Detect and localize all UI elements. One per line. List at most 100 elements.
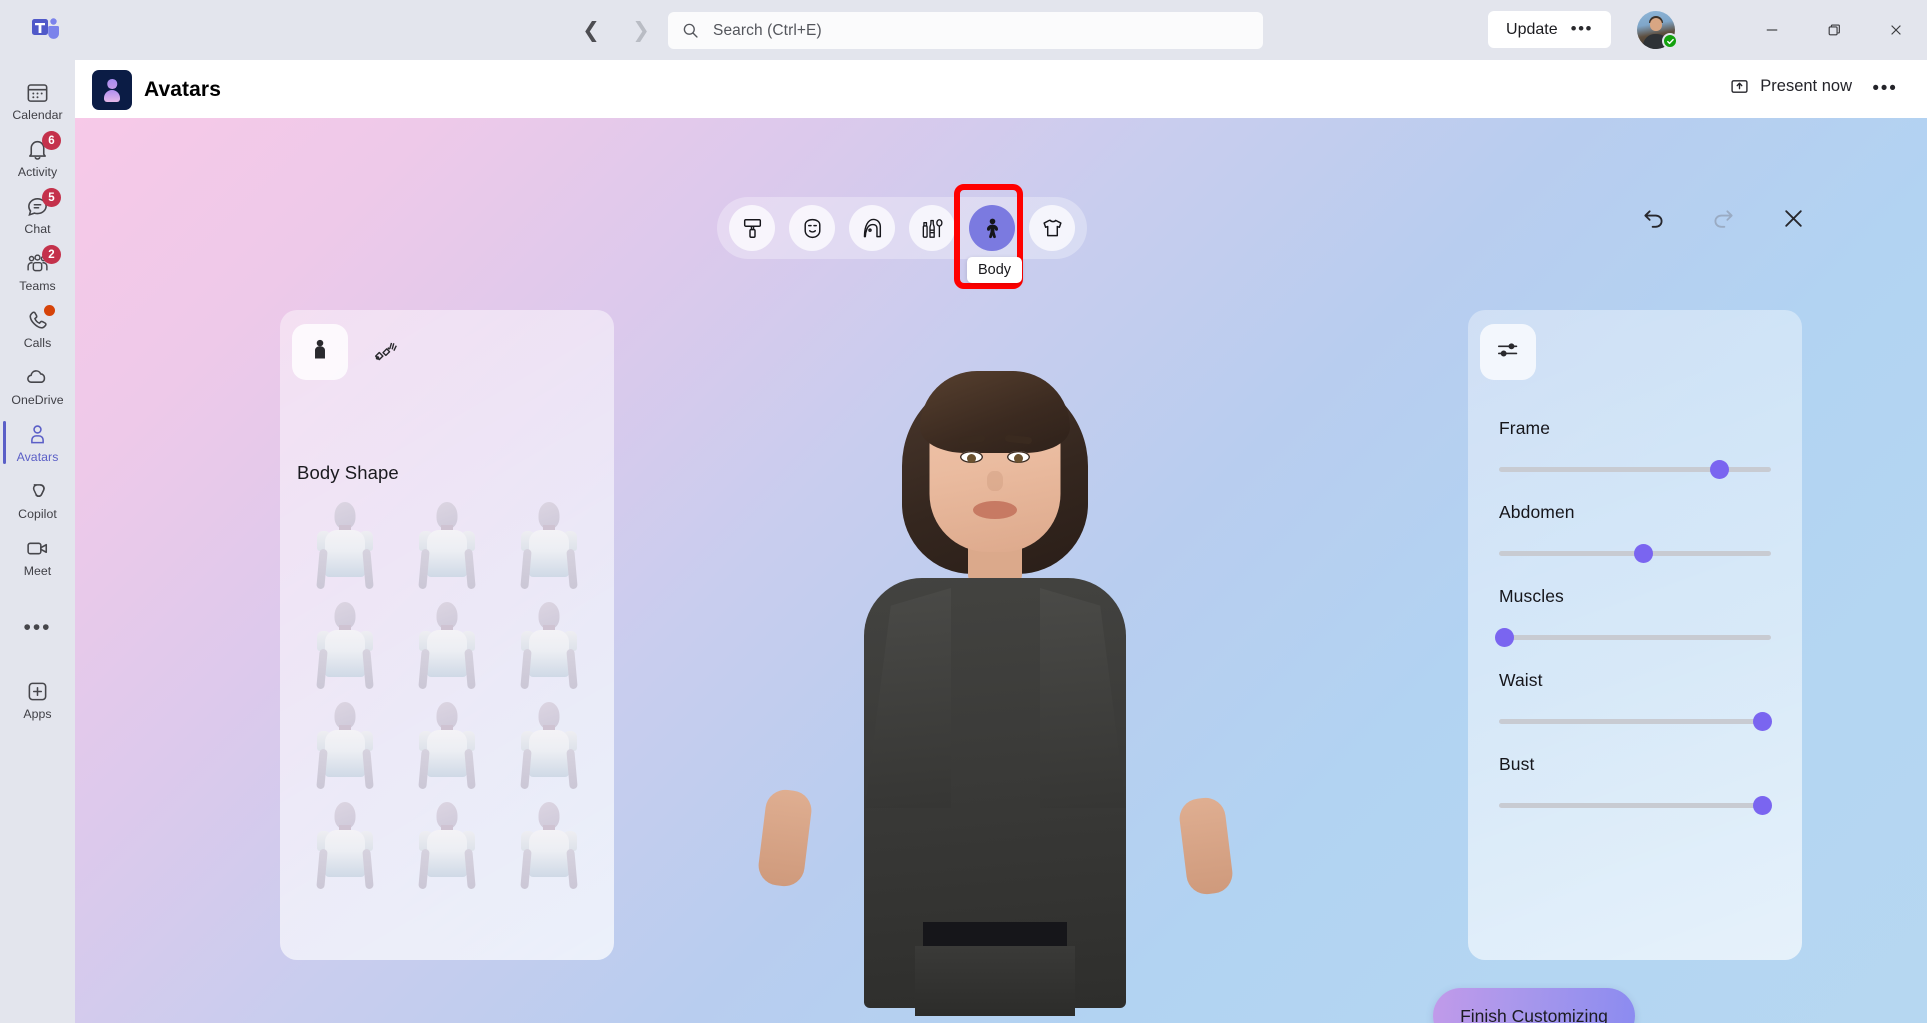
avatar-hand-left xyxy=(756,787,814,889)
sidebar-item-onedrive[interactable]: OneDrive xyxy=(0,357,75,414)
finish-customizing-button[interactable]: Finish Customizing xyxy=(1433,988,1635,1023)
avatar-iris-right xyxy=(1014,454,1023,463)
avatar-skirt xyxy=(915,946,1075,1016)
close-button[interactable] xyxy=(1865,0,1927,60)
mannequin-icon xyxy=(307,800,383,896)
search-bar[interactable]: Search (Ctrl+E) xyxy=(668,12,1263,49)
slider-track[interactable] xyxy=(1494,628,1771,647)
slider-thumb[interactable] xyxy=(1709,460,1729,479)
slider-thumb[interactable] xyxy=(1753,712,1773,731)
mannequin-icon xyxy=(409,700,485,796)
body-shape-option[interactable] xyxy=(498,500,600,600)
mannequin-icon xyxy=(307,500,383,596)
slider-thumb[interactable] xyxy=(1633,544,1653,563)
minimize-button[interactable] xyxy=(1741,0,1803,60)
category-button-body[interactable] xyxy=(969,205,1015,251)
cloud-icon xyxy=(25,365,50,390)
slider-track[interactable] xyxy=(1499,712,1773,731)
back-button[interactable]: ❮ xyxy=(580,19,602,41)
body-shape-option[interactable] xyxy=(498,600,600,700)
share-screen-icon xyxy=(1730,77,1749,96)
body-shape-option[interactable] xyxy=(498,700,600,800)
avatar-preview[interactable]: Finish Customizing xyxy=(715,298,1635,1023)
category-button-face[interactable] xyxy=(789,205,835,251)
sidebar-item-avatars[interactable]: Avatars xyxy=(0,414,75,471)
sidebar-item-meet[interactable]: Meet xyxy=(0,528,75,585)
body-shape-tabs xyxy=(292,324,413,380)
body-shape-option[interactable] xyxy=(396,700,498,800)
mannequin-icon xyxy=(307,600,383,696)
tab-body-shape[interactable] xyxy=(292,324,348,380)
mannequin-icon xyxy=(409,600,485,696)
forward-button[interactable]: ❯ xyxy=(630,19,652,41)
search-icon xyxy=(682,22,699,39)
slider-bust: Bust xyxy=(1468,746,1802,830)
present-now-button[interactable]: Present now xyxy=(1730,77,1852,96)
category-button-makeup[interactable] xyxy=(909,205,955,251)
more-apps-button[interactable]: ••• xyxy=(0,605,75,651)
update-button-label: Update xyxy=(1506,20,1558,38)
undo-button[interactable] xyxy=(1637,202,1669,234)
body-shape-option[interactable] xyxy=(294,800,396,900)
redo-button[interactable] xyxy=(1707,202,1739,234)
sidebar-item-activity[interactable]: 6 Activity xyxy=(0,129,75,186)
sidebar-item-apps[interactable]: Apps xyxy=(0,671,75,728)
body-shape-panel: Body Shape xyxy=(280,310,614,960)
tab-prosthetic[interactable] xyxy=(357,324,413,380)
mannequin-icon xyxy=(511,800,587,896)
sidebar-item-teams[interactable]: 2 Teams xyxy=(0,243,75,300)
mannequin-icon xyxy=(409,800,485,896)
title-bar: ❮ ❯ Search (Ctrl+E) Update ••• xyxy=(0,0,1927,60)
navigation-arrows: ❮ ❯ xyxy=(580,0,652,60)
app-rail: Calendar 6 Activity 5 Chat 2 Teams Calls… xyxy=(0,60,75,1023)
body-shape-option[interactable] xyxy=(294,700,396,800)
category-button-clothing[interactable] xyxy=(1029,205,1075,251)
slider-track[interactable] xyxy=(1499,796,1773,815)
notification-badge: 5 xyxy=(42,188,61,207)
body-shape-option[interactable] xyxy=(294,500,396,600)
slider-abdomen: Abdomen xyxy=(1468,494,1802,578)
body-shape-option[interactable] xyxy=(396,500,498,600)
page-title: Avatars xyxy=(144,78,221,101)
slider-label: Bust xyxy=(1499,754,1535,774)
slider-label: Frame xyxy=(1499,418,1551,438)
update-more-icon[interactable]: ••• xyxy=(1571,20,1593,37)
status-badge xyxy=(1662,33,1678,49)
slider-track[interactable] xyxy=(1499,460,1771,479)
mannequin-icon xyxy=(511,700,587,796)
apps-plus-icon xyxy=(25,679,50,704)
slider-list: Frame Abdomen Muscles Waist Bust xyxy=(1468,410,1802,830)
sliders-icon xyxy=(1495,337,1521,368)
category-button-style[interactable] xyxy=(729,205,775,251)
body-shape-option[interactable] xyxy=(294,600,396,700)
sidebar-item-copilot[interactable]: Copilot xyxy=(0,471,75,528)
body-shape-option[interactable] xyxy=(396,600,498,700)
tab-body-sliders[interactable] xyxy=(1480,324,1536,380)
sidebar-item-label: Calls xyxy=(23,335,52,350)
body-shape-option[interactable] xyxy=(498,800,600,900)
maximize-button[interactable] xyxy=(1803,0,1865,60)
slider-track[interactable] xyxy=(1499,544,1771,563)
avatar-lips xyxy=(973,501,1017,519)
sidebar-item-label: Chat xyxy=(24,221,51,236)
sidebar-item-label: Teams xyxy=(19,278,56,293)
slider-frame: Frame xyxy=(1468,410,1802,494)
body-shape-option[interactable] xyxy=(396,800,498,900)
window-controls xyxy=(1741,0,1927,60)
body-sliders-panel: Frame Abdomen Muscles Waist Bust xyxy=(1468,310,1802,960)
content-area: Avatars Present now ••• Body Body Shape … xyxy=(75,60,1927,1023)
search-input[interactable]: Search (Ctrl+E) xyxy=(713,22,822,40)
update-button[interactable]: Update ••• xyxy=(1488,11,1611,48)
sidebar-item-calls[interactable]: Calls xyxy=(0,300,75,357)
sidebar-item-chat[interactable]: 5 Chat xyxy=(0,186,75,243)
slider-thumb[interactable] xyxy=(1494,628,1514,647)
header-more-options-button[interactable]: ••• xyxy=(1871,76,1899,102)
sidebar-item-label: Copilot xyxy=(18,506,57,521)
unread-dot-badge xyxy=(44,305,55,316)
body-shape-title: Body Shape xyxy=(297,462,399,483)
close-editor-button[interactable] xyxy=(1777,202,1809,234)
sidebar-item-calendar[interactable]: Calendar xyxy=(0,72,75,129)
avatars-app-icon-body xyxy=(104,90,120,102)
category-button-hair[interactable] xyxy=(849,205,895,251)
slider-thumb[interactable] xyxy=(1753,796,1773,815)
